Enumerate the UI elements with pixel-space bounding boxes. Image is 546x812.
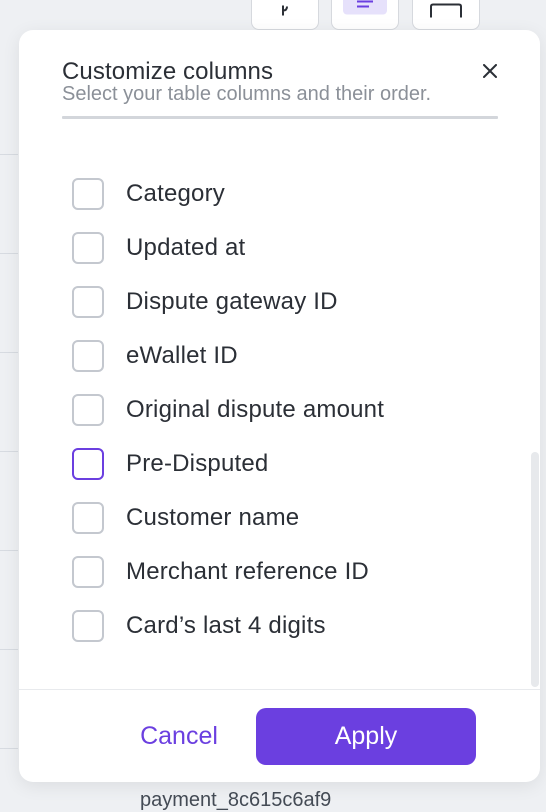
bg-row-divider	[0, 451, 18, 452]
bg-row-divider	[0, 154, 18, 155]
toolbar-view-button[interactable]	[412, 0, 480, 30]
column-checkbox[interactable]	[72, 610, 104, 642]
column-label: Merchant reference ID	[126, 558, 369, 585]
column-label: eWallet ID	[126, 342, 238, 369]
bg-row-divider	[0, 649, 18, 650]
dialog-title: Customize columns	[62, 58, 274, 85]
bg-payment-id: payment_8c615c6af9	[140, 789, 332, 811]
apply-button[interactable]: Apply	[256, 708, 476, 765]
column-option[interactable]: Customer name	[72, 491, 384, 545]
bg-row-divider	[0, 550, 18, 551]
window-icon	[430, 3, 462, 23]
column-option[interactable]: Category	[72, 167, 384, 221]
column-label: Dispute gateway ID	[126, 288, 338, 315]
column-checkbox[interactable]	[72, 556, 104, 588]
toolbar-export-button[interactable]	[251, 0, 319, 30]
close-icon	[483, 63, 497, 83]
export-icon	[278, 4, 292, 23]
column-checkbox[interactable]	[72, 340, 104, 372]
column-checkbox[interactable]	[72, 286, 104, 318]
bg-row-divider	[0, 748, 18, 749]
column-option[interactable]: eWallet ID	[72, 329, 384, 383]
column-option[interactable]: Pre-Disputed	[72, 437, 384, 491]
scrollbar-thumb[interactable]	[531, 452, 539, 687]
column-label: Updated at	[126, 234, 246, 261]
toolbar-columns-button[interactable]	[331, 0, 399, 30]
header-divider	[62, 116, 498, 119]
column-option[interactable]: Dispute gateway ID	[72, 275, 384, 329]
column-label: Original dispute amount	[126, 396, 385, 423]
column-checkbox[interactable]	[72, 178, 104, 210]
column-option[interactable]: Original dispute amount	[72, 383, 384, 437]
column-label: Customer name	[126, 504, 300, 531]
column-label: Category	[126, 180, 225, 207]
column-option[interactable]: Card’s last 4 digits	[72, 599, 384, 653]
dialog-subtitle: Select your table columns and their orde…	[62, 83, 432, 105]
column-option[interactable]: Updated at	[72, 221, 384, 275]
column-label: Pre-Disputed	[126, 450, 269, 477]
column-checkbox-focused[interactable]	[72, 448, 104, 480]
column-list: Category Updated at Dispute gateway ID e…	[72, 167, 384, 653]
bg-row-divider	[0, 352, 18, 353]
cancel-button[interactable]: Cancel	[109, 708, 249, 764]
close-button[interactable]	[477, 60, 503, 86]
columns-icon	[343, 0, 387, 20]
column-checkbox[interactable]	[72, 232, 104, 264]
column-checkbox[interactable]	[72, 502, 104, 534]
column-option[interactable]: Merchant reference ID	[72, 545, 384, 599]
customize-columns-dialog: Customize columns Select your table colu…	[19, 30, 540, 782]
bg-row-divider	[0, 253, 18, 254]
footer-divider	[19, 689, 540, 690]
column-label: Card’s last 4 digits	[126, 612, 326, 639]
column-checkbox[interactable]	[72, 394, 104, 426]
